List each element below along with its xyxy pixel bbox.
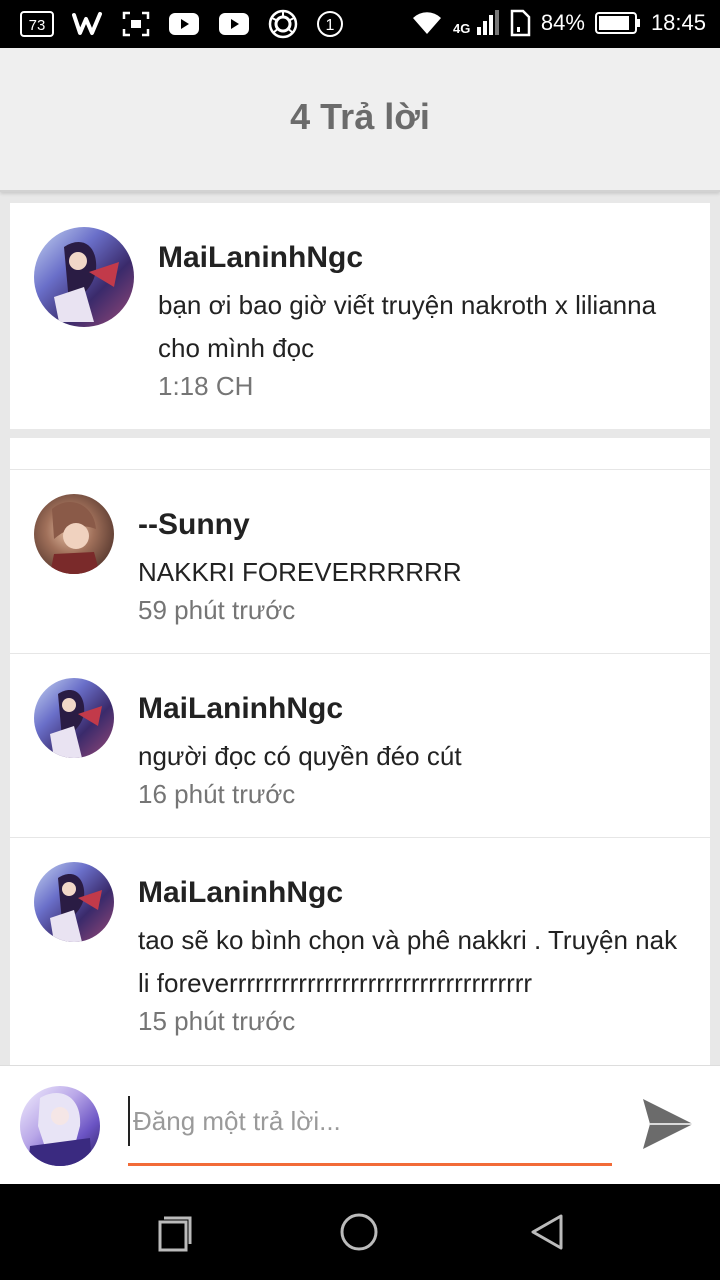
reply-item: --Sunny NAKKRI FOREVERRRRRR 59 phút trướ… — [10, 470, 710, 653]
home-button[interactable] — [337, 1210, 381, 1254]
youtube-icon — [168, 12, 200, 36]
reply-text: người đọc có quyền đéo cút — [138, 741, 462, 771]
sim-icon — [509, 9, 531, 37]
comment-time: 1:18 CH — [158, 371, 254, 401]
svg-text:1: 1 — [326, 17, 335, 34]
reply-author[interactable]: MaiLaninhNgc — [138, 876, 343, 910]
comment-author[interactable]: MaiLaninhNgc — [158, 241, 363, 275]
notification-badge-icon: 73 — [20, 11, 54, 37]
recents-icon — [158, 1216, 192, 1252]
send-button[interactable] — [640, 1096, 700, 1152]
reply-time: 59 phút trước — [138, 595, 296, 625]
send-icon — [643, 1099, 693, 1149]
reply-author[interactable]: --Sunny — [138, 508, 250, 542]
comment-text: bạn ơi bao giờ viết truyện nakroth x lil… — [158, 290, 657, 363]
reply-item: MaiLaninhNgc tao sẽ ko bình chọn và phê … — [10, 838, 710, 1065]
avatar[interactable] — [34, 678, 114, 758]
battery-icon — [594, 11, 641, 35]
avatar[interactable] — [34, 862, 114, 942]
navigation-bar — [0, 1184, 720, 1280]
avatar[interactable] — [34, 494, 114, 574]
back-button[interactable] — [525, 1210, 569, 1254]
network-4g-icon: 4G — [453, 9, 499, 37]
reply-text: tao sẽ ko bình chọn và phê nakkri . Truy… — [138, 925, 678, 998]
reply-text: NAKKRI FOREVERRRRRR — [138, 557, 462, 587]
reply-input[interactable] — [128, 1096, 612, 1146]
reply-time: 15 phút trước — [138, 1006, 296, 1036]
screenshot-icon — [122, 11, 150, 37]
input-underline — [128, 1163, 612, 1166]
reply-item: MaiLaninhNgc người đọc có quyền đéo cút … — [10, 654, 710, 837]
avatar[interactable] — [34, 227, 134, 327]
replies-card: --Sunny NAKKRI FOREVERRRRRR 59 phút trướ… — [10, 438, 710, 1065]
reply-composer — [0, 1065, 720, 1184]
current-user-avatar — [20, 1086, 100, 1166]
circled-number-icon: 1 — [316, 10, 344, 38]
back-icon — [531, 1214, 563, 1250]
battery-percentage: 84% — [540, 10, 585, 35]
reply-time: 16 phút trước — [138, 779, 296, 809]
original-comment-card: MaiLaninhNgc bạn ơi bao giờ viết truyện … — [10, 203, 710, 429]
wattpad-icon — [72, 11, 104, 37]
clock: 18:45 — [650, 10, 706, 35]
wifi-icon — [411, 10, 443, 36]
recents-button[interactable] — [150, 1210, 194, 1254]
page-title: 4 Trả lời — [290, 96, 430, 137]
youtube-icon-2 — [218, 12, 250, 36]
status-bar: 73 1 4G 84% 18:45 — [0, 0, 720, 48]
home-icon — [340, 1213, 378, 1251]
page-header: 4 Trả lời — [0, 48, 720, 192]
svg-text:4G: 4G — [453, 21, 470, 36]
aperture-icon — [268, 9, 298, 39]
svg-text:73: 73 — [29, 17, 46, 34]
reply-author[interactable]: MaiLaninhNgc — [138, 692, 343, 726]
